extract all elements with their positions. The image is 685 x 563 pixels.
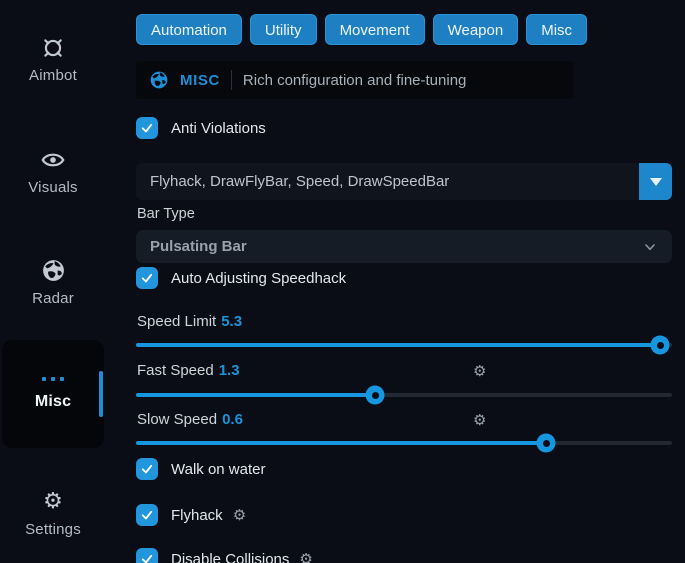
sidebar-item-label: Aimbot — [29, 67, 77, 84]
divider — [231, 70, 232, 90]
walk-on-water-row: Walk on water — [136, 458, 265, 480]
tab-automation[interactable]: Automation — [136, 14, 242, 45]
auto-adjusting-row: Auto Adjusting Speedhack — [136, 267, 346, 289]
bar-flags-value: Flyhack, DrawFlyBar, Speed, DrawSpeedBar — [150, 173, 449, 190]
auto-adjusting-label: Auto Adjusting Speedhack — [171, 270, 346, 287]
sidebar-item-label: Misc — [35, 393, 71, 411]
ellipsis-icon — [42, 377, 64, 381]
fast-speed-label: Fast Speed1.3 — [137, 362, 240, 379]
disable-collisions-row: Disable Collisions ⚙ — [136, 548, 313, 563]
tab-movement[interactable]: Movement — [325, 14, 425, 45]
slider-fill — [136, 441, 546, 445]
bar-type-label: Bar Type — [137, 206, 195, 222]
walk-on-water-label: Walk on water — [171, 461, 265, 478]
gear-icon[interactable]: ⚙ — [473, 362, 486, 380]
fast-speed-slider[interactable] — [136, 393, 672, 397]
globe-icon — [0, 258, 106, 284]
main-panel: Automation Utility Movement Weapon Misc … — [136, 0, 672, 563]
anti-violations-checkbox[interactable] — [136, 117, 158, 139]
triangle-down-icon — [650, 178, 662, 186]
slider-fill — [136, 343, 660, 347]
selection-indicator — [99, 371, 103, 417]
anti-violations-row: Anti Violations — [136, 117, 266, 139]
speed-limit-slider[interactable] — [136, 343, 672, 347]
fast-speed-value: 1.3 — [219, 362, 240, 379]
sidebar-item-label: Settings — [25, 521, 81, 538]
dropdown-open-button[interactable] — [639, 163, 672, 200]
sidebar-item-aimbot[interactable]: Aimbot — [0, 35, 106, 85]
disable-collisions-checkbox[interactable] — [136, 548, 158, 563]
tab-misc[interactable]: Misc — [526, 14, 587, 45]
globe-icon — [149, 70, 169, 90]
tab-weapon[interactable]: Weapon — [433, 14, 519, 45]
gear-icon[interactable]: ⚙ — [233, 506, 246, 524]
eye-icon — [0, 147, 106, 173]
disable-collisions-label: Disable Collisions — [171, 551, 289, 563]
sidebar-item-label: Visuals — [28, 179, 77, 196]
section-title: MISC — [180, 72, 220, 89]
category-tabs: Automation Utility Movement Weapon Misc — [136, 14, 587, 45]
walk-on-water-checkbox[interactable] — [136, 458, 158, 480]
auto-adjusting-checkbox[interactable] — [136, 267, 158, 289]
tab-utility[interactable]: Utility — [250, 14, 317, 45]
sidebar-item-misc[interactable]: Misc — [2, 340, 104, 448]
bar-flags-multiselect[interactable]: Flyhack, DrawFlyBar, Speed, DrawSpeedBar — [136, 163, 672, 200]
slow-speed-slider[interactable] — [136, 441, 672, 445]
sidebar-item-visuals[interactable]: Visuals — [0, 147, 106, 197]
chevron-down-icon — [642, 239, 658, 255]
slider-fill — [136, 393, 375, 397]
slow-speed-value: 0.6 — [222, 411, 243, 428]
anti-violations-label: Anti Violations — [171, 120, 266, 137]
gear-icon[interactable]: ⚙ — [299, 550, 312, 563]
crosshair-icon — [0, 35, 106, 61]
flyhack-row: Flyhack ⚙ — [136, 504, 246, 526]
flyhack-label: Flyhack — [171, 507, 223, 524]
cheat-menu-window: Aimbot Visuals Radar Misc ⚙ Settings — [0, 0, 685, 563]
slider-handle[interactable] — [651, 336, 670, 355]
gear-icon: ⚙ — [0, 489, 106, 515]
slider-handle[interactable] — [537, 434, 556, 453]
slow-speed-label: Slow Speed0.6 — [137, 411, 243, 428]
slider-handle[interactable] — [366, 386, 385, 405]
flyhack-checkbox[interactable] — [136, 504, 158, 526]
sidebar-item-settings[interactable]: ⚙ Settings — [0, 489, 106, 539]
sidebar-item-radar[interactable]: Radar — [0, 258, 106, 308]
speed-limit-label: Speed Limit5.3 — [137, 313, 242, 330]
sidebar: Aimbot Visuals Radar Misc ⚙ Settings — [0, 0, 130, 563]
section-header: MISC Rich configuration and fine-tuning — [136, 61, 573, 99]
gear-icon[interactable]: ⚙ — [473, 411, 486, 429]
section-subtitle: Rich configuration and fine-tuning — [243, 72, 466, 89]
bar-type-value: Pulsating Bar — [150, 238, 247, 255]
sidebar-item-label: Radar — [32, 290, 74, 307]
speed-limit-value: 5.3 — [221, 313, 242, 330]
bar-type-select[interactable]: Pulsating Bar — [136, 230, 672, 263]
